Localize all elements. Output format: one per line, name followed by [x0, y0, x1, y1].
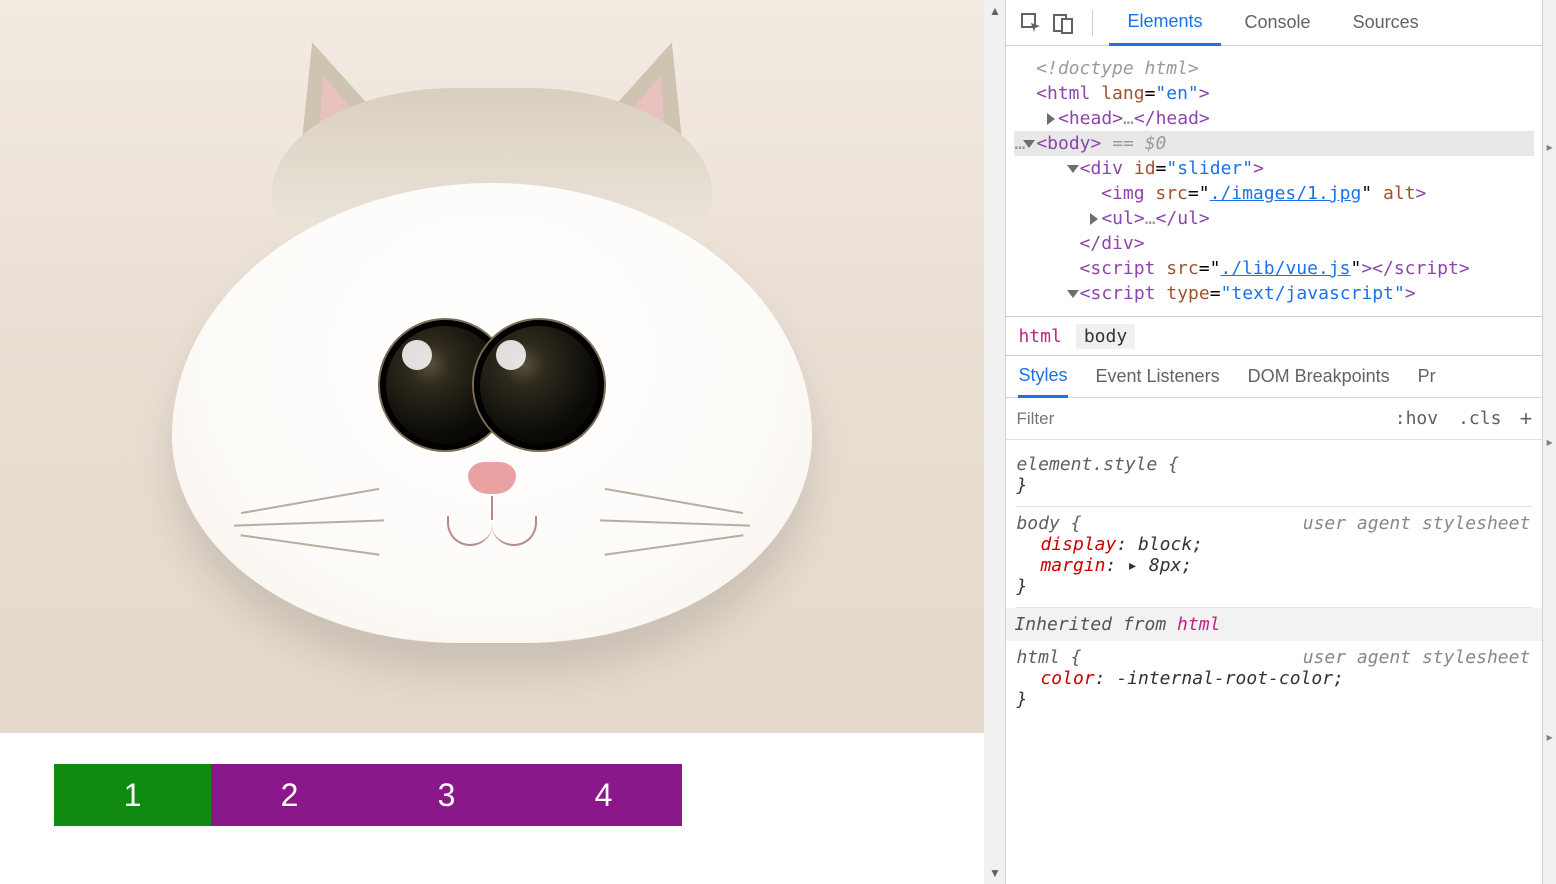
slider-pager: 1 2 3 4	[54, 764, 682, 826]
dom-head[interactable]: <head>…</head>	[1014, 106, 1534, 131]
tab-dom-breakpoints[interactable]: DOM Breakpoints	[1248, 356, 1390, 398]
pager-item-1[interactable]: 1	[54, 764, 211, 826]
crumb-body[interactable]: body	[1076, 324, 1135, 349]
dom-script-vue[interactable]: <script src="./lib/vue.js"></script>	[1014, 256, 1534, 281]
styles-rules[interactable]: element.style { } user agent stylesheet …	[1006, 440, 1542, 728]
inherited-from-bar: Inherited from html	[1006, 608, 1542, 641]
rule-html[interactable]: user agent stylesheet html { color: -int…	[1016, 641, 1532, 720]
page-content: 1 2 3 4	[0, 0, 984, 884]
scroll-down-icon[interactable]: ▼	[984, 862, 1006, 884]
tab-properties[interactable]: Pr	[1418, 356, 1436, 398]
scroll-up-icon[interactable]: ▲	[984, 0, 1006, 22]
dom-tree[interactable]: <!doctype html> <html lang="en"> <head>……	[1006, 46, 1542, 316]
devtools-panel: Elements Console Sources <!doctype html>…	[1005, 0, 1542, 884]
tab-console[interactable]: Console	[1227, 0, 1329, 46]
rule-body[interactable]: user agent stylesheet body { display: bl…	[1016, 507, 1532, 608]
dom-breadcrumb: html body	[1006, 316, 1542, 356]
dom-script-inline[interactable]: <script type="text/javascript">	[1014, 281, 1534, 306]
dom-img[interactable]: <img src="./images/1.jpg" alt>	[1014, 181, 1534, 206]
styles-filter-input[interactable]	[1016, 409, 1384, 429]
dom-ul[interactable]: <ul>…</ul>	[1014, 206, 1534, 231]
slider-image	[0, 0, 984, 733]
rule-element-style[interactable]: element.style { }	[1016, 448, 1532, 507]
tab-styles[interactable]: Styles	[1018, 356, 1067, 398]
styles-toolbar: :hov .cls +	[1006, 398, 1542, 440]
cls-toggle[interactable]: .cls	[1458, 408, 1501, 429]
tab-sources[interactable]: Sources	[1335, 0, 1437, 46]
crumb-html[interactable]: html	[1018, 326, 1061, 347]
pager-item-4[interactable]: 4	[525, 764, 682, 826]
devtools-toolbar: Elements Console Sources	[1006, 0, 1542, 46]
pager-item-2[interactable]: 2	[211, 764, 368, 826]
dom-doctype[interactable]: <!doctype html>	[1014, 56, 1534, 81]
tab-event-listeners[interactable]: Event Listeners	[1096, 356, 1220, 398]
hov-toggle[interactable]: :hov	[1395, 408, 1438, 429]
scroll-marker: ▸	[1547, 435, 1553, 449]
scroll-marker: ▸	[1547, 140, 1553, 154]
scroll-marker: ▸	[1547, 730, 1553, 744]
dom-div-slider[interactable]: <div id="slider">	[1014, 156, 1534, 181]
dom-body[interactable]: …<body> == $0	[1014, 131, 1534, 156]
pager-item-3[interactable]: 3	[368, 764, 525, 826]
rule-source-ua: user agent stylesheet	[1303, 513, 1531, 534]
styles-tabbar: Styles Event Listeners DOM Breakpoints P…	[1006, 356, 1542, 398]
new-rule-button[interactable]: +	[1519, 406, 1532, 432]
dom-html[interactable]: <html lang="en">	[1014, 81, 1534, 106]
device-toggle-icon[interactable]	[1050, 10, 1076, 36]
rule-source-ua: user agent stylesheet	[1303, 647, 1531, 668]
devtools-scrollbar[interactable]: ▸ ▸ ▸	[1542, 0, 1556, 884]
inspect-element-icon[interactable]	[1018, 10, 1044, 36]
page-scrollbar[interactable]: ▲ ▼	[984, 0, 1005, 884]
dom-div-close[interactable]: </div>	[1014, 231, 1534, 256]
tab-elements[interactable]: Elements	[1109, 0, 1220, 46]
